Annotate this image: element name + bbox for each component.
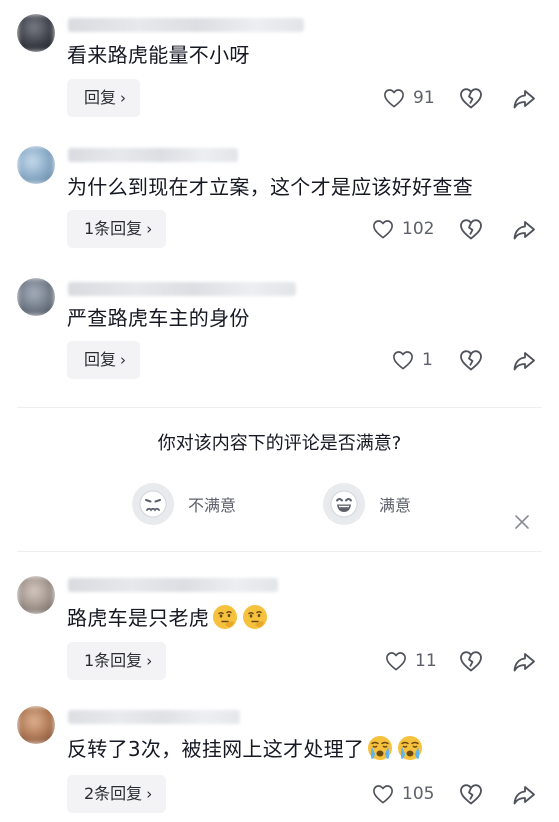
comment-text: 看来路虎能量不小呀 [67, 43, 250, 67]
thinking-face-icon [243, 605, 268, 629]
avatar[interactable] [17, 278, 55, 316]
frowning-face-icon [132, 483, 174, 525]
username-blurred[interactable] [68, 18, 304, 32]
reply-button[interactable]: 1条回复 › [67, 210, 167, 248]
username-blurred[interactable] [68, 578, 278, 592]
survey-negative-label: 不满意 [188, 496, 237, 515]
broken-heart-icon[interactable] [459, 87, 483, 111]
broken-heart-icon[interactable] [459, 783, 483, 807]
chevron-right-icon: › [146, 220, 153, 238]
avatar[interactable] [17, 706, 55, 744]
reply-button[interactable]: 回复 › [67, 341, 141, 379]
comment-text-content: 路虎车是只老虎 [67, 606, 210, 630]
reply-button[interactable]: 回复 › [67, 79, 141, 117]
like-button[interactable]: 105 [372, 782, 434, 806]
like-button[interactable]: 11 [385, 649, 437, 673]
like-count: 91 [413, 88, 435, 108]
avatar[interactable] [17, 576, 55, 614]
survey-question: 你对该内容下的评论是否满意? [157, 433, 402, 454]
like-button[interactable]: 91 [383, 86, 435, 110]
chevron-right-icon: › [146, 652, 153, 670]
comment-text: 严查路虎车主的身份 [67, 306, 250, 330]
survey-positive-option[interactable]: 满意 [323, 482, 411, 526]
username-blurred[interactable] [68, 710, 240, 724]
broken-heart-icon[interactable] [459, 650, 483, 674]
thinking-face-icon [213, 605, 238, 629]
reply-label: 2条回复 [84, 784, 143, 803]
comment-text-content: 反转了3次，被挂网上这才处理了 [67, 737, 365, 761]
survey-negative-option[interactable]: 不满意 [132, 482, 236, 526]
close-icon[interactable] [514, 514, 530, 530]
avatar[interactable] [17, 14, 55, 52]
share-icon[interactable] [512, 349, 536, 373]
avatar[interactable] [17, 146, 55, 184]
heart-icon [373, 785, 393, 804]
broken-heart-icon[interactable] [459, 218, 483, 242]
share-icon[interactable] [512, 218, 536, 242]
reply-label: 1条回复 [84, 219, 143, 238]
crying-face-icon [398, 736, 423, 760]
heart-icon [393, 351, 413, 370]
divider [17, 551, 542, 552]
comment-text: 路虎车是只老虎 [67, 603, 269, 632]
heart-icon [386, 652, 406, 671]
survey-positive-label: 满意 [379, 496, 412, 515]
like-count: 11 [415, 651, 437, 671]
reply-label: 回复 [84, 88, 117, 107]
comment-text: 反转了3次，被挂网上这才处理了 [67, 734, 424, 763]
share-icon[interactable] [512, 650, 536, 674]
username-blurred[interactable] [68, 282, 296, 296]
share-icon[interactable] [512, 783, 536, 807]
chevron-right-icon: › [120, 89, 127, 107]
grinning-face-icon [323, 483, 365, 525]
divider [17, 407, 542, 408]
broken-heart-icon[interactable] [459, 349, 483, 373]
chevron-right-icon: › [146, 785, 153, 803]
reply-label: 回复 [84, 350, 117, 369]
heart-icon [384, 89, 404, 108]
crying-face-icon [368, 736, 393, 760]
heart-icon [373, 220, 393, 239]
chevron-right-icon: › [120, 351, 127, 369]
reply-label: 1条回复 [84, 651, 143, 670]
like-button[interactable]: 102 [372, 217, 434, 241]
reply-button[interactable]: 1条回复 › [67, 642, 167, 680]
like-count: 102 [402, 219, 435, 239]
like-count: 1 [422, 350, 433, 370]
comment-text: 为什么到现在才立案，这个才是应该好好查查 [67, 175, 473, 199]
like-count: 105 [402, 784, 435, 804]
like-button[interactable]: 1 [392, 348, 433, 372]
username-blurred[interactable] [68, 148, 238, 162]
share-icon[interactable] [512, 87, 536, 111]
reply-button[interactable]: 2条回复 › [67, 775, 167, 813]
